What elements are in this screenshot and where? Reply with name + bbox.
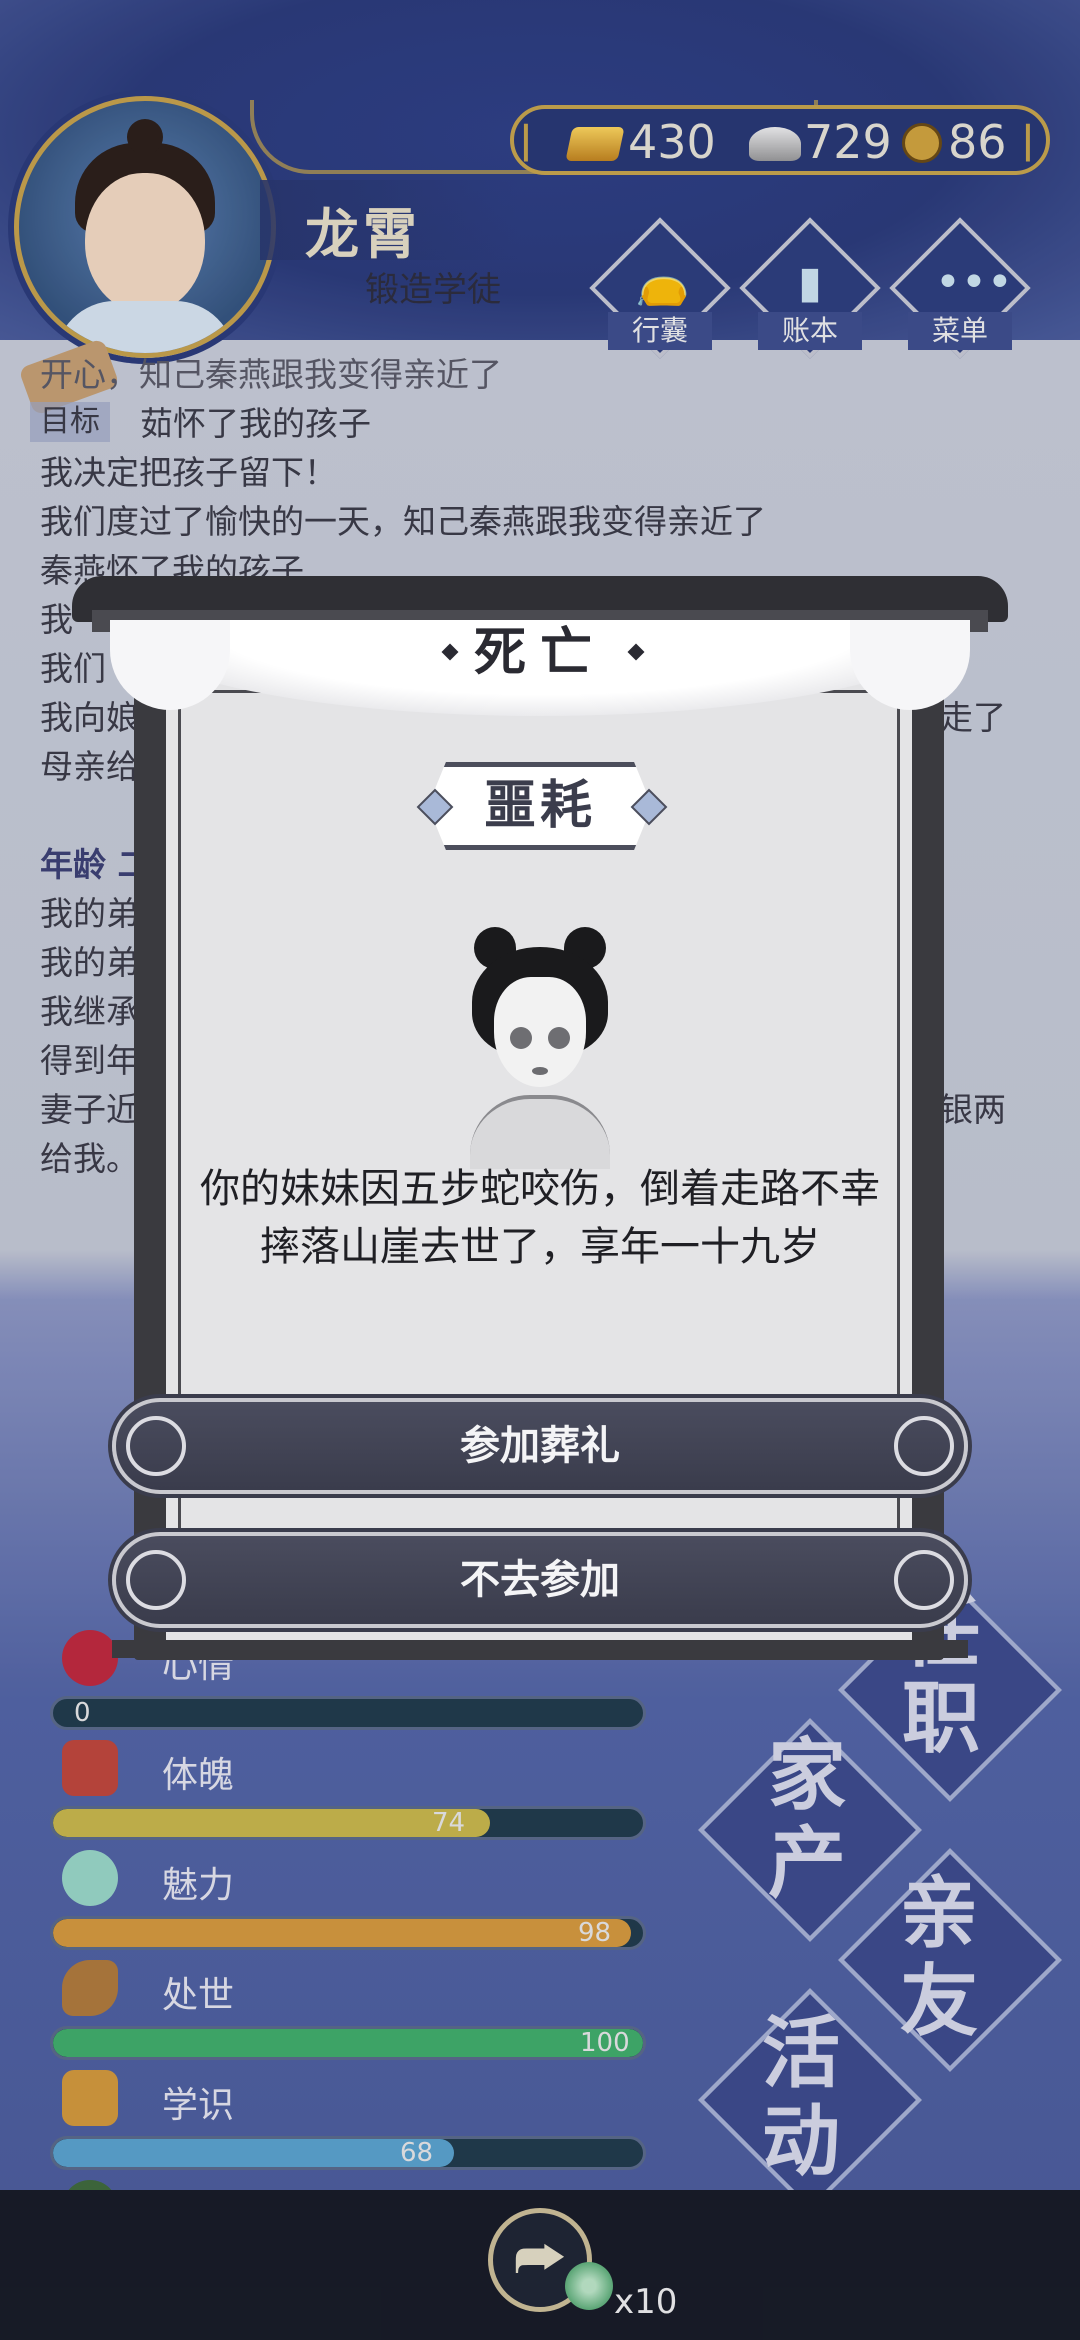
portrait-eye [548, 1027, 570, 1049]
news-badge-text: 噩耗 [483, 776, 596, 836]
decline-button[interactable]: 不去参加 [112, 1532, 968, 1628]
portrait-eye [510, 1027, 532, 1049]
cloud-ornament-icon [894, 1416, 954, 1476]
deceased-portrait [460, 915, 620, 1169]
dialog-bottom-rail [112, 1640, 968, 1658]
portrait-robe [470, 1095, 610, 1169]
death-message: 你的妹妹因五步蛇咬伤，倒着走路不幸摔落山崖去世了，享年一十九岁 [200, 1166, 880, 1270]
attend-funeral-label: 参加葬礼 [460, 1423, 620, 1469]
portrait-lips [532, 1067, 548, 1075]
cloud-ornament-icon [894, 1550, 954, 1610]
dialog-title: 死亡 [473, 623, 606, 683]
decline-label: 不去参加 [460, 1557, 620, 1603]
attend-funeral-button[interactable]: 参加葬礼 [112, 1398, 968, 1494]
